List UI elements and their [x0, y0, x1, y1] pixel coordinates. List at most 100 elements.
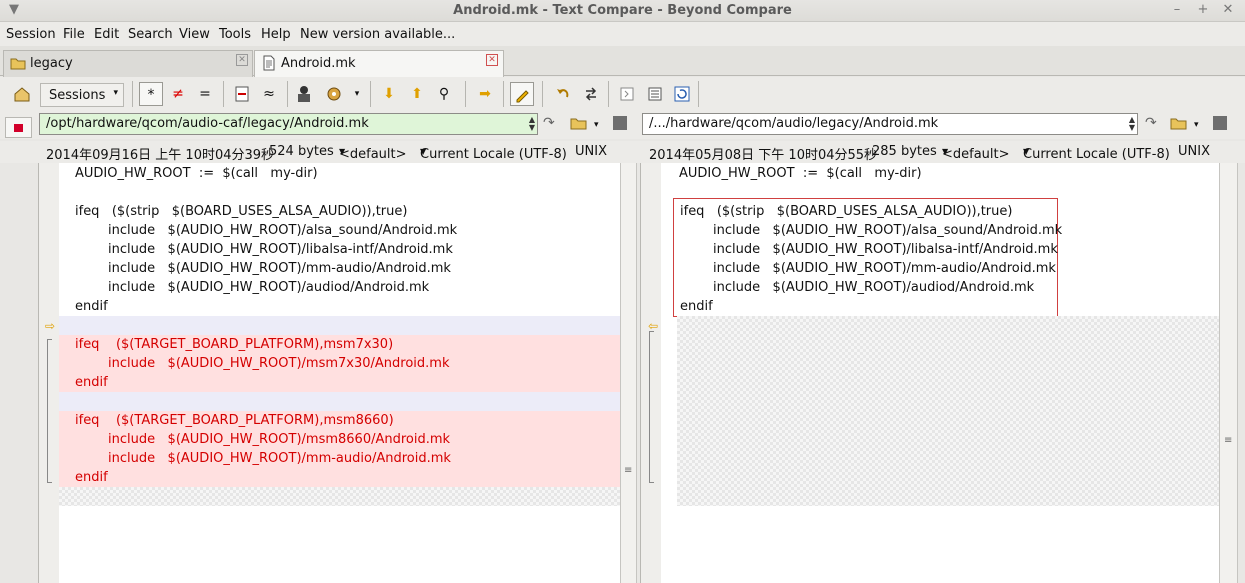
- ignore-unimportant-button[interactable]: ≈: [257, 82, 281, 106]
- left-diff-arrow-icon[interactable]: ⇨: [45, 319, 55, 333]
- right-code-line: include $(AUDIO_HW_ROOT)/audiod/Android.…: [680, 280, 1035, 295]
- left-end-of-file: [59, 487, 621, 506]
- chevron-down-icon: ▼: [1023, 147, 1030, 156]
- left-path-input[interactable]: /opt/hardware/qcom/audio-caf/legacy/Andr…: [39, 113, 538, 135]
- right-code-line: endif: [680, 299, 713, 314]
- right-open-folder-icon[interactable]: [1170, 115, 1188, 135]
- show-all-button[interactable]: *: [139, 82, 163, 106]
- toolbar-separator: [132, 81, 133, 107]
- left-reload-icon[interactable]: ↷: [543, 115, 555, 131]
- left-encoding-value: Current Locale (UTF-8): [420, 147, 567, 162]
- left-code-line: include $(AUDIO_HW_ROOT)/libalsa-intf/An…: [75, 242, 453, 257]
- right-path-spinner-icon[interactable]: ▲ ▼: [1129, 116, 1135, 132]
- left-scroll-grip-icon[interactable]: ≡: [624, 466, 634, 476]
- left-diff-line: ifeq ($(TARGET_BOARD_PLATFORM),msm7x30): [59, 335, 621, 354]
- tab-android-mk-label: Android.mk: [281, 56, 356, 71]
- compare-mode-button[interactable]: [5, 117, 32, 138]
- menu-search[interactable]: Search: [128, 27, 173, 42]
- chevron-down-icon: ▼: [942, 147, 949, 156]
- right-scroll-grip-icon[interactable]: ≡: [1224, 436, 1234, 446]
- menu-session[interactable]: Session: [6, 27, 56, 42]
- tab-android-mk[interactable]: Android.mk ✕: [254, 50, 504, 77]
- right-encoding-value: Current Locale (UTF-8): [1023, 147, 1170, 162]
- menu-edit[interactable]: Edit: [94, 27, 119, 42]
- left-scrollbar[interactable]: ≡: [620, 163, 637, 583]
- edit-pencil-icon[interactable]: [510, 82, 534, 106]
- menu-tools[interactable]: Tools: [219, 27, 251, 42]
- right-code-line: ifeq ($(strip $(BOARD_USES_ALSA_AUDIO)),…: [680, 204, 1013, 219]
- left-diff-bracket: [47, 339, 52, 483]
- left-file-size: 524 bytes: [269, 144, 334, 159]
- toolbar-separator: [223, 81, 224, 107]
- left-code-line: ifeq ($(strip $(BOARD_USES_ALSA_AUDIO)),…: [75, 204, 408, 219]
- refresh-icon[interactable]: [670, 82, 694, 106]
- sessions-label: Sessions: [49, 88, 106, 103]
- minimize-icon[interactable]: –: [1169, 2, 1185, 18]
- list-view-icon[interactable]: [643, 82, 667, 106]
- file-info-row: 2014年09月16日 上午 10时04分39秒 524 bytes <defa…: [0, 141, 1245, 163]
- right-code-line: AUDIO_HW_ROOT := $(call my-dir): [679, 166, 922, 181]
- window-title: Android.mk - Text Compare - Beyond Compa…: [453, 3, 792, 18]
- sessions-button[interactable]: Sessions ▾: [40, 83, 124, 107]
- toolbar-separator: [465, 81, 466, 107]
- stop-icon: [14, 124, 23, 132]
- right-path-text: /.../hardware/qcom/audio/legacy/Android.…: [649, 116, 939, 131]
- tab-legacy-close-icon[interactable]: ✕: [236, 54, 248, 66]
- menu-bar: Session File Edit Search View Tools Help…: [0, 22, 1245, 46]
- find-icon[interactable]: ⚲: [432, 82, 456, 106]
- left-code-line: AUDIO_HW_ROOT := $(call my-dir): [75, 166, 318, 181]
- copy-to-right-icon[interactable]: ➡: [473, 82, 497, 106]
- show-differences-button[interactable]: ≠: [166, 82, 190, 106]
- context-icon[interactable]: [230, 82, 254, 106]
- close-icon[interactable]: ✕: [1220, 2, 1236, 18]
- format-dropdown-icon[interactable]: ▾: [345, 82, 369, 106]
- rules-icon[interactable]: [292, 82, 316, 106]
- left-code-line: endif: [75, 299, 108, 314]
- swap-sides-icon[interactable]: [579, 82, 603, 106]
- show-same-button[interactable]: =: [193, 82, 217, 106]
- left-path-text: /opt/hardware/qcom/audio-caf/legacy/Andr…: [46, 116, 369, 131]
- left-text-pane[interactable]: ⇨ AUDIO_HW_ROOT := $(call my-dir) ifeq (…: [38, 163, 621, 583]
- previous-difference-icon[interactable]: ⬆: [405, 82, 429, 106]
- left-line-endings[interactable]: UNIX: [575, 144, 607, 159]
- right-code-line: include $(AUDIO_HW_ROOT)/libalsa-intf/An…: [680, 242, 1058, 257]
- right-code-line: include $(AUDIO_HW_ROOT)/mm-audio/Androi…: [680, 261, 1056, 276]
- maximize-icon[interactable]: +: [1195, 2, 1211, 18]
- right-line-endings[interactable]: UNIX: [1178, 144, 1210, 159]
- left-folder-dropdown-icon[interactable]: ▾: [594, 120, 599, 130]
- menu-file[interactable]: File: [63, 27, 85, 42]
- expand-icon[interactable]: [615, 82, 639, 106]
- home-icon[interactable]: [10, 82, 34, 106]
- folder-icon: [10, 58, 26, 70]
- right-text-pane[interactable]: ⇦ AUDIO_HW_ROOT := $(call my-dir) ifeq (…: [640, 163, 1220, 583]
- left-diff-line: endif: [59, 373, 621, 392]
- left-open-folder-icon[interactable]: [570, 115, 588, 135]
- right-save-icon[interactable]: [1213, 116, 1227, 130]
- title-bar: ▼ Android.mk - Text Compare - Beyond Com…: [0, 0, 1245, 22]
- chevron-down-icon: ▾: [113, 88, 118, 98]
- tab-legacy[interactable]: legacy ✕: [3, 50, 253, 77]
- right-format-value: <default>: [942, 147, 1010, 162]
- new-version-link[interactable]: New version available...: [300, 27, 455, 42]
- right-missing-lines: [677, 316, 1220, 506]
- right-file-date: 2014年05月08日 下午 10时04分55秒: [649, 148, 878, 163]
- right-file-size: 285 bytes: [872, 144, 937, 159]
- left-diff-line: include $(AUDIO_HW_ROOT)/mm-audio/Androi…: [59, 449, 621, 468]
- toolbar-separator: [698, 81, 699, 107]
- left-diff-line: include $(AUDIO_HW_ROOT)/msm7x30/Android…: [59, 354, 621, 373]
- tab-android-mk-close-icon[interactable]: ✕: [486, 54, 498, 66]
- chevron-down-icon: ▼: [420, 147, 427, 156]
- toolbar-separator: [287, 81, 288, 107]
- right-path-input[interactable]: /.../hardware/qcom/audio/legacy/Android.…: [642, 113, 1138, 135]
- next-difference-icon[interactable]: ⬇: [377, 82, 401, 106]
- menu-view[interactable]: View: [179, 27, 210, 42]
- undo-icon[interactable]: [551, 82, 575, 106]
- left-path-spinner-icon[interactable]: ▲ ▼: [529, 116, 535, 132]
- right-reload-icon[interactable]: ↷: [1145, 115, 1157, 131]
- format-icon[interactable]: [322, 82, 346, 106]
- toolbar: Sessions ▾ * ≠ = ≈ ▾ ⬇ ⬆ ⚲ ➡: [0, 77, 1245, 111]
- right-scrollbar[interactable]: ≡: [1219, 163, 1238, 583]
- right-folder-dropdown-icon[interactable]: ▾: [1194, 120, 1199, 130]
- left-save-icon[interactable]: [613, 116, 627, 130]
- menu-help[interactable]: Help: [261, 27, 291, 42]
